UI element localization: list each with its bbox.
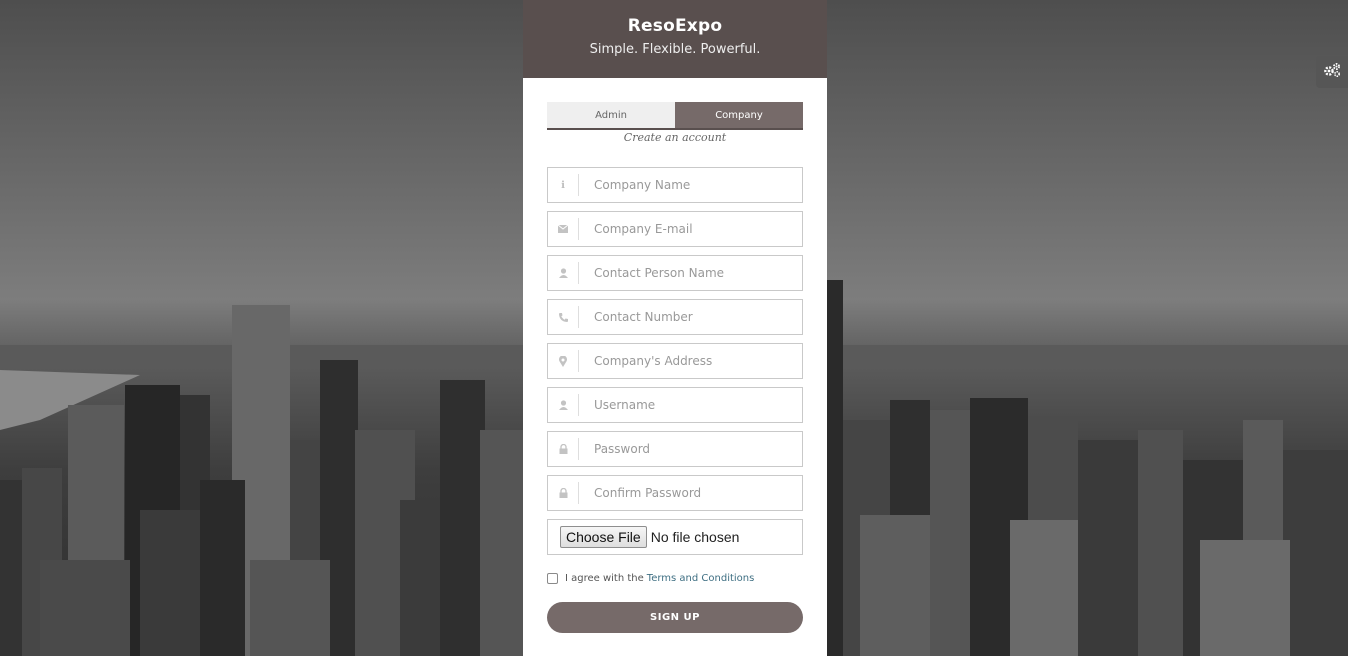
tab-company[interactable]: Company [675,102,803,128]
info-icon: ℹ [548,174,579,196]
tab-admin[interactable]: Admin [547,102,675,128]
confirm-password-input[interactable] [592,485,786,501]
contact-person-input[interactable] [592,265,786,281]
terms-agreement: I agree with the Terms and Conditions [547,573,754,584]
username-field [547,387,803,423]
file-upload-field: Choose File No file chosen [547,519,803,555]
panel-header: ResoExpo Simple. Flexible. Powerful. [523,0,827,78]
password-field [547,431,803,467]
signup-button[interactable]: SIGN UP [547,602,803,633]
file-status-text: No file chosen [650,529,740,545]
company-address-field [547,343,803,379]
lock-icon [548,482,579,504]
brand-title: ResoExpo [627,16,723,36]
user-icon [548,262,579,284]
settings-toggle-button[interactable] [1316,56,1348,88]
contact-person-field [547,255,803,291]
user-icon [548,394,579,416]
lock-icon [548,438,579,460]
company-email-field [547,211,803,247]
company-email-input[interactable] [592,221,786,237]
form-subtitle: Create an account [623,131,727,144]
contact-number-input[interactable] [592,309,786,325]
envelope-icon [548,218,579,240]
gears-icon [1323,62,1341,82]
contact-number-field [547,299,803,335]
choose-file-button[interactable]: Choose File [560,526,647,548]
map-marker-icon [548,350,579,372]
username-input[interactable] [592,397,786,413]
company-name-field: ℹ [547,167,803,203]
account-type-tabs: Admin Company [547,102,803,130]
terms-text: I agree with the [565,573,644,584]
signup-panel: ResoExpo Simple. Flexible. Powerful. Adm… [523,0,827,656]
terms-checkbox[interactable] [547,573,558,584]
company-address-input[interactable] [592,353,786,369]
brand-tagline: Simple. Flexible. Powerful. [589,42,761,57]
phone-icon [548,306,579,328]
company-name-input[interactable] [592,177,786,193]
password-input[interactable] [592,441,786,457]
terms-link[interactable]: Terms and Conditions [647,573,755,584]
confirm-password-field [547,475,803,511]
